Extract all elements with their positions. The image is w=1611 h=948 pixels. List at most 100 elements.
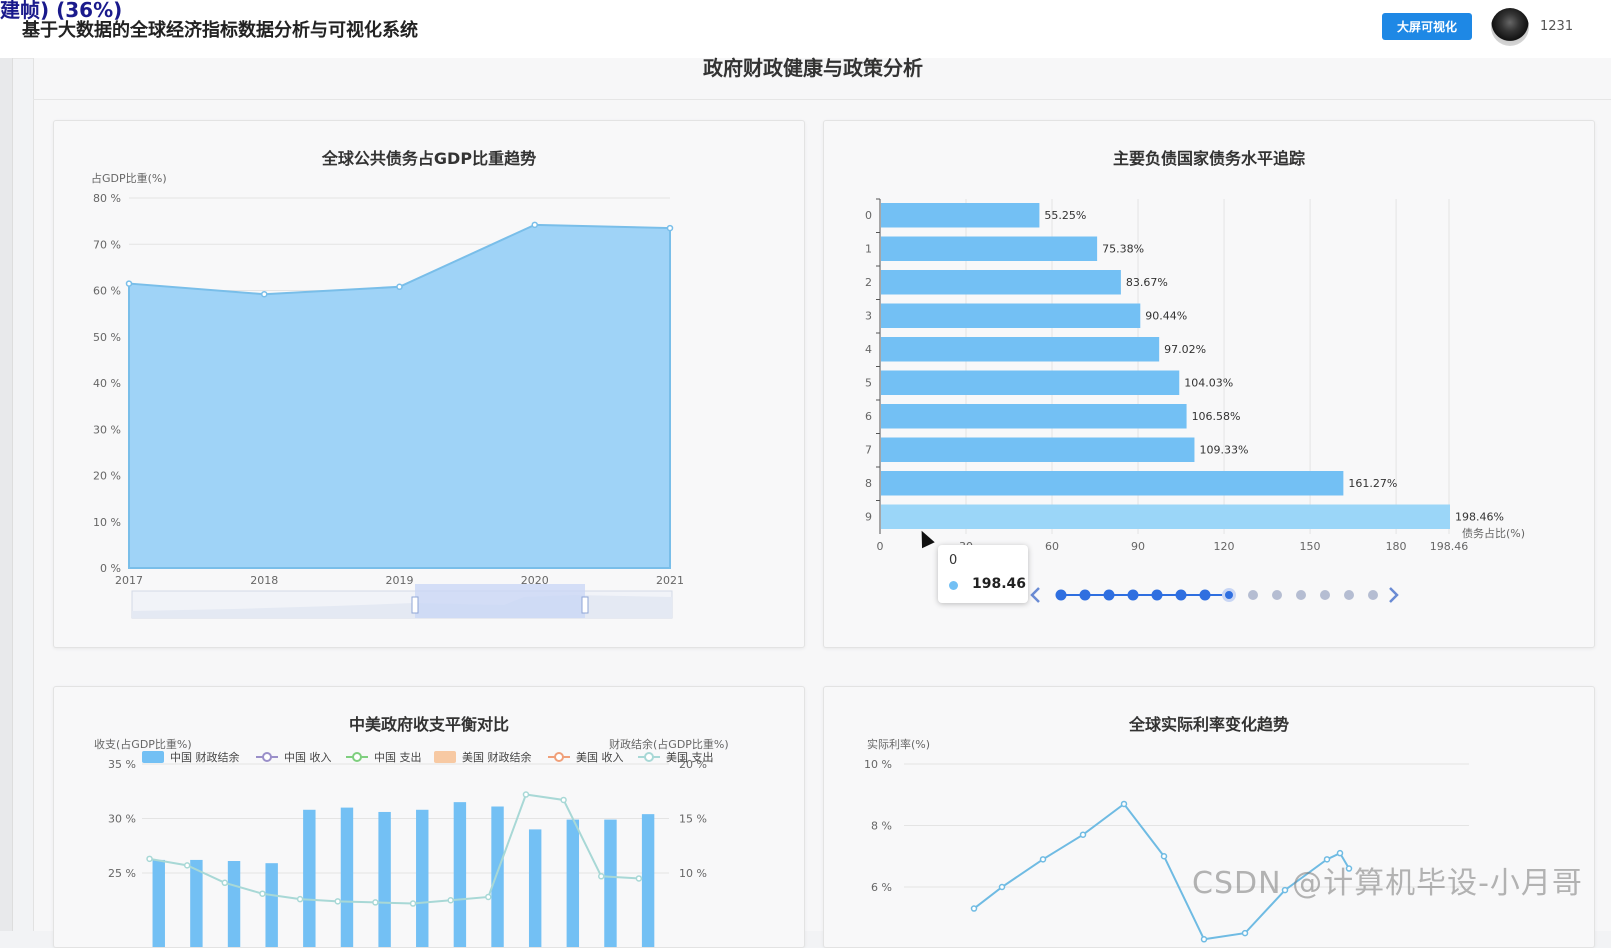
datazoom-slider[interactable] [131,584,673,619]
cn-balance-bar [378,811,391,947]
y-tick-label: 6 [865,410,872,423]
debt-trend-chart: 占GDP比重(%) 80 % 70 % 60 % 50 % 40 % 30 % 20 % 10… [91,171,684,619]
rate-point [1200,936,1208,943]
timeline-dot[interactable] [1079,589,1091,601]
x-tick-label: 198.46 [1430,540,1469,553]
legend-label: 中国 收入 [284,750,332,764]
legend-label: 美国 财政结余 [462,750,532,764]
timeline-dot[interactable] [1175,589,1187,601]
timeline-dot[interactable] [1248,590,1258,600]
data-point [125,280,133,287]
bar-value-label: 83.67% [1126,276,1168,289]
timeline-dot[interactable] [1272,590,1282,600]
page-title: 政府财政健康与政策分析 [703,56,923,80]
timeline-dot[interactable] [1296,590,1306,600]
timeline-dot[interactable] [1103,589,1115,601]
us-expense-point [372,899,379,906]
y-tick-label: 8 [865,477,872,490]
data-point [531,221,538,229]
timeline-dot[interactable] [1344,590,1354,600]
us-expense-line [149,793,639,905]
data-point [666,224,674,232]
us-expense-point [485,893,492,901]
legend-marker [554,752,564,762]
y-tick-label: 30 % [93,423,121,436]
us-expense-point [635,875,643,882]
data-point [396,283,403,291]
timeline-dot[interactable] [1368,590,1378,600]
debt-bar [881,337,1160,362]
sidebar-strip [0,58,13,931]
timeline-dot[interactable] [1151,589,1163,601]
cn-balance-bar [152,859,165,947]
bar-value-label: 104.03% [1184,376,1233,389]
debt-bar [881,370,1180,395]
x-tick-label: 120 [1214,540,1235,553]
username[interactable]: 1231 [1540,19,1573,34]
tooltip-series-dot [949,581,958,590]
legend-marker [262,752,272,762]
rate-point [1241,929,1249,937]
bar-value-label: 97.02% [1164,343,1206,356]
y-tick-label: 6 % [871,881,892,894]
y-tick-label: 4 [865,343,872,356]
bigscreen-button[interactable]: 大屏可视化 [1382,13,1472,40]
timeline-dot[interactable] [1222,588,1236,602]
bar-value-label: 109.33% [1199,443,1248,456]
left-tick-label: 25 % [108,867,136,880]
debt-bar [881,236,1098,261]
timeline-dot[interactable] [1199,589,1211,601]
x-tick-label: 150 [1300,540,1321,553]
y-tick-label: 50 % [93,331,121,344]
us-expense-point [597,873,605,880]
timeline-dot[interactable] [1127,589,1139,601]
right-tick-label: 20 % [679,758,707,771]
rate-point [998,883,1006,891]
cn-balance-bar [528,829,542,947]
debt-bar [881,270,1121,295]
debt-bar [881,203,1040,228]
us-expense-point [409,900,417,907]
us-expense-point [221,879,229,887]
us-expense-point [334,898,341,905]
legend-marker [644,752,654,762]
tooltip-category: 0 [949,553,958,568]
y-tick-label: 1 [865,242,872,255]
cn-balance-bar [265,863,278,947]
legend-label: 中国 财政结余 [170,750,240,764]
right-tick-label: 15 % [679,813,707,826]
legend-label: 中国 支出 [374,750,422,764]
y-tick-label: 70 % [93,238,121,251]
cn-us-balance-chart: 收支(占GDP比重%) 财政结余(占GDP比重%) 中国 财政结余 中国 收入 中国… [94,737,729,947]
datazoom-right-handle[interactable] [581,596,589,614]
bar-value-label: 161.27% [1348,477,1397,490]
y-tick-label: 20 % [93,470,121,483]
timeline-dot[interactable] [1320,590,1330,600]
cn-balance-bar [416,809,429,947]
bar-value-label: 198.46% [1455,510,1504,523]
cn-balance-bar [190,859,203,947]
datazoom-left-handle[interactable] [411,596,419,614]
datazoom-window[interactable] [415,584,585,618]
y-tick-label: 2 [865,276,872,289]
cn-balance-bar [566,819,580,947]
timeline-dot[interactable] [1055,589,1067,601]
bar-value-label: 106.58% [1192,410,1241,423]
watermark: CSDN @计算机毕设-小月哥 [1192,866,1583,901]
avatar[interactable] [1491,8,1529,46]
chevron-right-icon[interactable] [1389,587,1399,603]
cn-us-left-axis-label: 收支(占GDP比重%) [94,737,192,751]
legend-marker [352,752,362,762]
cn-balance-bar [491,806,504,947]
x-tick-label: 2021 [656,574,684,587]
cn-us-right-axis-label: 财政结余(占GDP比重%) [609,737,729,751]
y-tick-label: 80 % [93,192,121,205]
real-rate-chart: 实际利率(%) 10 % 8 % 6 % [864,737,1469,943]
x-tick-label: 60 [1045,540,1059,553]
legend-swatch [142,751,164,763]
bar-value-label: 75.38% [1102,242,1144,255]
timeline-pager[interactable] [1030,587,1399,603]
chevron-left-icon[interactable] [1030,587,1040,603]
y-tick-label: 10 % [93,516,121,529]
right-tick-label: 10 % [679,867,707,880]
